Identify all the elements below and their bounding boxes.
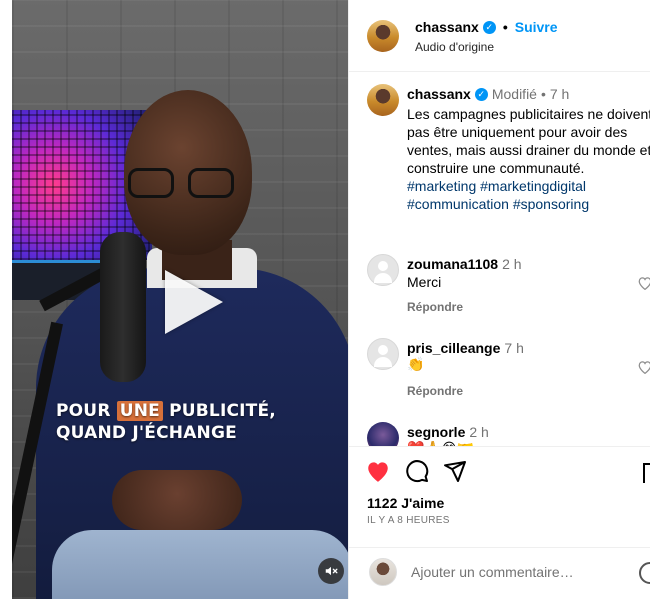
heart-filled-icon[interactable] xyxy=(365,459,391,483)
reel-viewer: POUR UNE PUBLICITÉ, QUAND J'ÉCHANGE chas… xyxy=(0,0,650,599)
username[interactable]: chassanx xyxy=(415,19,479,35)
post-header: chassanx ✓ • Suivre Audio d'origine xyxy=(349,0,650,72)
caption-text: POUR xyxy=(56,401,117,421)
play-icon[interactable] xyxy=(165,270,223,334)
edited-label: Modifié xyxy=(491,86,537,102)
verified-icon: ✓ xyxy=(482,20,496,34)
header-user-row: chassanx ✓ • Suivre xyxy=(415,19,558,35)
avatar[interactable] xyxy=(367,20,399,52)
post-text-block: Les campagnes publicitaires ne doivent p… xyxy=(407,105,650,213)
comment-icon[interactable] xyxy=(405,459,429,483)
comment-header: segnorle 2 h xyxy=(407,424,489,440)
comment-time: 7 h xyxy=(504,340,524,356)
avatar[interactable] xyxy=(367,254,399,286)
like-count[interactable]: 1122 J'aime xyxy=(367,495,444,511)
comment-text: Merci xyxy=(407,274,442,290)
avatar[interactable] xyxy=(367,84,399,116)
video-caption: POUR UNE PUBLICITÉ, QUAND J'ÉCHANGE xyxy=(56,400,306,444)
avatar xyxy=(369,558,397,586)
emoji-icon[interactable] xyxy=(639,562,650,584)
person-hands xyxy=(112,470,242,530)
comment-username[interactable]: zoumana1108 xyxy=(407,256,498,272)
avatar[interactable] xyxy=(367,338,399,370)
action-icons xyxy=(365,459,467,483)
separator: • xyxy=(540,86,546,102)
heart-outline-icon[interactable] xyxy=(637,360,650,375)
comment-header: pris_cilleange 7 h xyxy=(407,340,524,356)
comment-username[interactable]: pris_cilleange xyxy=(407,340,500,356)
post-panel: chassanx ✓ • Suivre Audio d'origine chas… xyxy=(348,0,650,599)
post-text: Les campagnes publicitaires ne doivent p… xyxy=(407,106,650,176)
comment-time: 2 h xyxy=(502,256,522,272)
action-bar: 1122 J'aime IL Y A 8 HEURES xyxy=(349,446,650,599)
post-meta: chassanx ✓ Modifié • 7 h xyxy=(407,86,569,102)
avatar[interactable] xyxy=(367,422,399,446)
heart-outline-icon[interactable] xyxy=(637,276,650,291)
comment-username[interactable]: segnorle xyxy=(407,424,465,440)
share-icon[interactable] xyxy=(443,459,467,483)
speaker-muted-icon xyxy=(325,566,338,576)
post-time[interactable]: 7 h xyxy=(550,86,569,102)
caption-highlight: UNE xyxy=(116,401,163,421)
caption-text: PUBLICITÉ, xyxy=(162,401,276,421)
comment-time: 2 h xyxy=(469,424,489,440)
reply-button[interactable]: Répondre xyxy=(407,300,463,314)
page-margin xyxy=(0,0,12,599)
comment-input[interactable] xyxy=(411,564,621,580)
username[interactable]: chassanx xyxy=(407,86,471,102)
add-comment-bar xyxy=(349,547,650,599)
mute-button[interactable] xyxy=(318,558,344,584)
glasses xyxy=(124,168,244,200)
microphone xyxy=(100,232,146,382)
bookmark-icon[interactable] xyxy=(643,463,650,483)
comment: segnorle2 h ❤️🙏😊🤝 xyxy=(349,420,650,446)
hashtags[interactable]: #marketing #marketingdigital #communicat… xyxy=(407,177,650,213)
person-legs xyxy=(52,530,348,599)
comment-text: 👏 xyxy=(407,356,425,372)
caption-line-2: QUAND J'ÉCHANGE xyxy=(56,423,237,443)
post-date: IL Y A 8 HEURES xyxy=(367,515,450,526)
reply-button[interactable]: Répondre xyxy=(407,384,463,398)
verified-icon: ✓ xyxy=(474,87,488,101)
separator: • xyxy=(502,19,508,35)
comment-header: zoumana1108 2 h xyxy=(407,256,522,272)
follow-button[interactable]: Suivre xyxy=(515,19,558,35)
audio-link[interactable]: Audio d'origine xyxy=(415,40,494,54)
video-player[interactable]: POUR UNE PUBLICITÉ, QUAND J'ÉCHANGE xyxy=(12,0,348,599)
